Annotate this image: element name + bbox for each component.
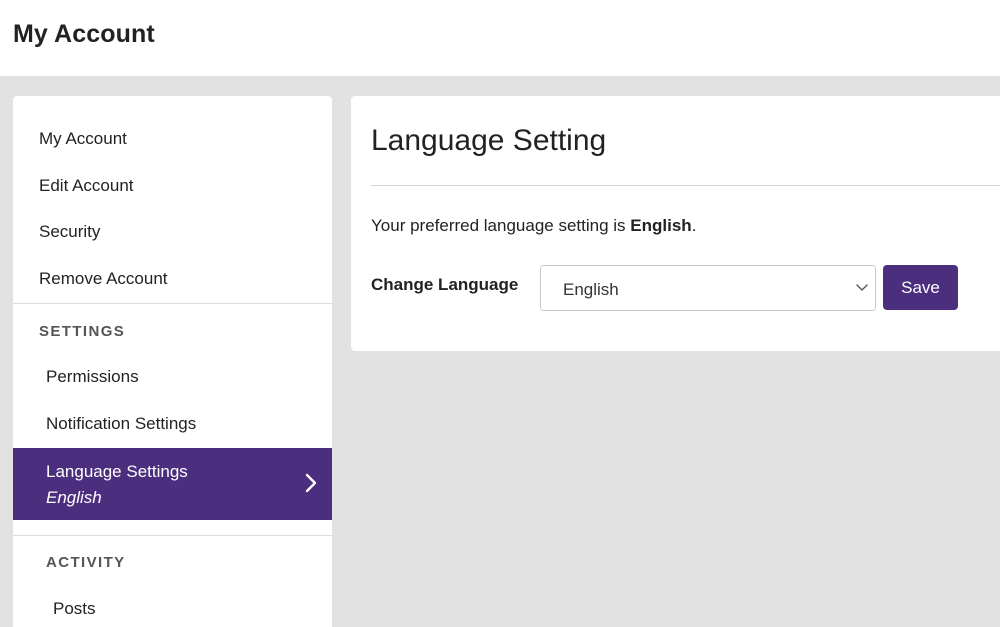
section-label-settings: SETTINGS bbox=[39, 323, 126, 340]
sidebar-item-label: Remove Account bbox=[39, 269, 168, 288]
language-select-value: English bbox=[563, 280, 619, 299]
preferred-language-prefix: Your preferred language setting is bbox=[371, 216, 631, 235]
language-setting-panel: Language Setting Your preferred language… bbox=[351, 96, 1000, 351]
top-bar: My Account bbox=[0, 0, 1000, 76]
page-title: My Account bbox=[13, 20, 155, 48]
panel-divider bbox=[371, 185, 1000, 186]
sidebar-divider bbox=[13, 303, 332, 304]
sidebar-item-label: Language Settings bbox=[46, 462, 188, 481]
sidebar-item-my-account[interactable]: My Account bbox=[13, 126, 332, 156]
sidebar: My Account Edit Account Security Remove … bbox=[13, 96, 332, 627]
sidebar-item-notification-settings[interactable]: Notification Settings bbox=[13, 412, 332, 442]
sidebar-divider bbox=[13, 535, 332, 536]
sidebar-item-label: Notification Settings bbox=[46, 414, 197, 433]
sidebar-item-label: Permissions bbox=[46, 367, 139, 386]
sidebar-item-language-settings[interactable]: Language Settings English bbox=[13, 448, 332, 520]
chevron-down-icon bbox=[856, 284, 868, 291]
save-button[interactable]: Save bbox=[883, 265, 958, 310]
sidebar-item-sublabel: English bbox=[46, 488, 102, 507]
page: My Account My Account Edit Account Secur… bbox=[0, 0, 1000, 627]
sidebar-item-label: My Account bbox=[39, 129, 127, 148]
sidebar-item-label: Security bbox=[39, 222, 101, 241]
sidebar-item-label: Posts bbox=[53, 599, 96, 618]
language-select[interactable]: English bbox=[540, 265, 876, 311]
sidebar-item-permissions[interactable]: Permissions bbox=[13, 365, 332, 395]
change-language-label: Change Language bbox=[371, 275, 519, 294]
sidebar-item-edit-account[interactable]: Edit Account bbox=[13, 173, 332, 203]
sidebar-item-security[interactable]: Security bbox=[13, 220, 332, 250]
sidebar-item-posts[interactable]: Posts bbox=[13, 596, 332, 626]
panel-title: Language Setting bbox=[371, 124, 607, 157]
sidebar-item-label: Edit Account bbox=[39, 176, 134, 195]
sidebar-item-remove-account[interactable]: Remove Account bbox=[13, 267, 332, 297]
chevron-right-icon bbox=[305, 473, 317, 493]
preferred-language-suffix: . bbox=[691, 216, 697, 235]
section-label-activity: ACTIVITY bbox=[46, 554, 126, 571]
preferred-language-text: Your preferred language setting is Engli… bbox=[371, 216, 696, 236]
preferred-language-value: English bbox=[630, 216, 692, 235]
